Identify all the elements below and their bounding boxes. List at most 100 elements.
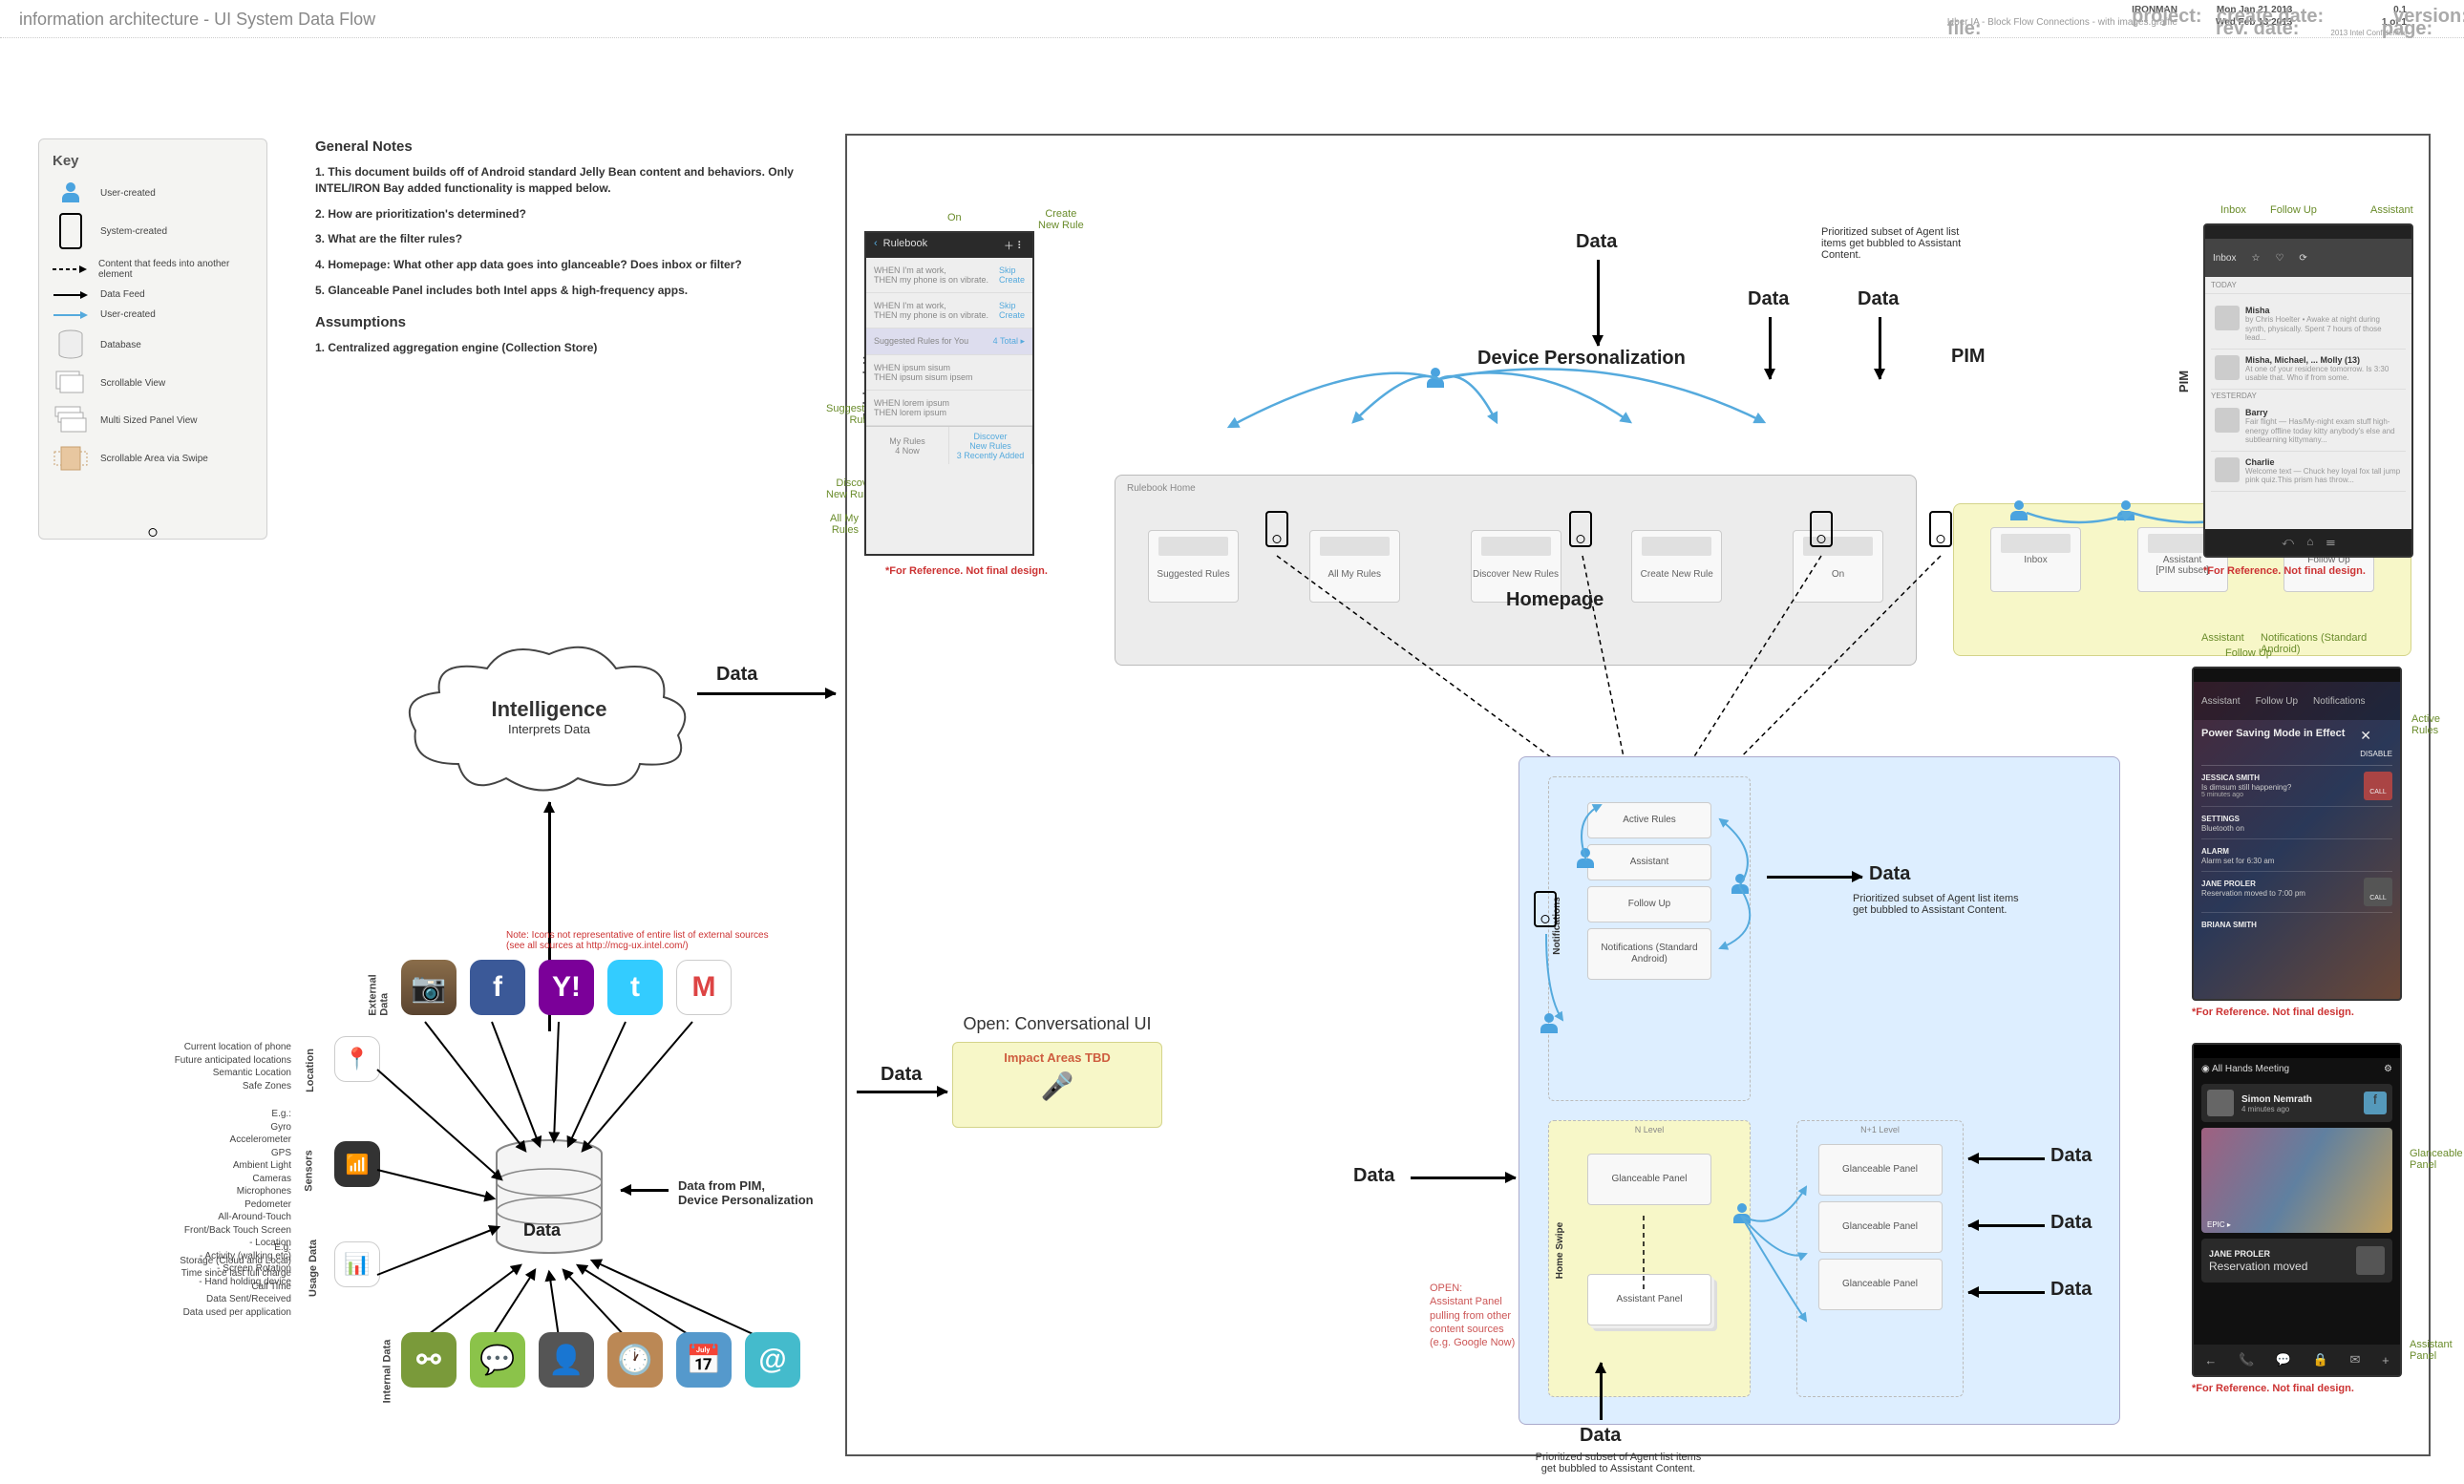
usage-cat: Usage Data <box>308 1240 319 1297</box>
notif-assist-green: Assistant <box>2201 632 2244 644</box>
pim-phone-mock: Inbox☆♡⟳ TODAY Mishaby Chris Hoelter • A… <box>2203 223 2413 558</box>
external-apps-row: 📷 f Y! t M <box>401 960 732 1015</box>
db-data-label: Data <box>523 1220 561 1240</box>
dp-device-left <box>1265 511 1288 547</box>
hp-assistant: Assistant <box>1587 844 1711 880</box>
notif-std-green: Notifications (Standard Android) <box>2261 632 2375 655</box>
conversational-ui: Open: Conversational UI Impact Areas TBD… <box>952 1014 1162 1128</box>
arrow-data-pim2 <box>1879 317 1881 379</box>
data-label-cloud: Data <box>716 664 757 686</box>
maps-icon: 📍 <box>334 1036 380 1082</box>
key-multi-panel: Multi Sized Panel View <box>53 406 253 435</box>
data-label-hp-g3: Data <box>2050 1279 2092 1301</box>
twitter-icon: t <box>607 960 663 1015</box>
internal-apps-row: ⚯ 💬 👤 🕐 📅 @ <box>401 1332 800 1388</box>
home-screen-phone-mock: ◉ All Hands Meeting⚙ Simon Nemrath4 minu… <box>2192 1043 2402 1377</box>
clock-icon: 🕐 <box>607 1332 663 1388</box>
key-database: Database <box>53 329 253 360</box>
data-label-hp-g1: Data <box>2050 1145 2092 1167</box>
hp-active-rules: Active Rules <box>1587 802 1711 838</box>
arrow-data-hp-bottom <box>1600 1363 1603 1420</box>
sensors-cat: Sensors <box>304 1150 315 1191</box>
key-title: Key <box>53 153 253 169</box>
data-label-conv: Data <box>881 1064 922 1086</box>
arrow-data-conv <box>857 1091 947 1093</box>
project-meta: project: IRONMAN file: Uber IA - Block F… <box>1947 4 2177 29</box>
pim-person1 <box>2008 500 2029 521</box>
hp-device <box>1534 891 1557 927</box>
dp-suggested-rules: Suggested Rules <box>1148 530 1239 603</box>
general-notes: General Notes 1. This document builds of… <box>315 138 812 366</box>
rulebook-ref-note: *For Reference. Not final design. <box>885 565 1048 577</box>
intelligence-cloud: IntelligenceInterprets Data <box>401 640 697 802</box>
internal-data-cat: Internal Data <box>381 1340 393 1404</box>
date-meta: create date: Mon Jan 21 2013 rev. date: … <box>2216 4 2292 29</box>
key-user-created-arrow: User-created <box>53 309 253 320</box>
arrow-data-hp-g2 <box>1968 1224 2045 1227</box>
create-rule-green-label: Create New Rule <box>1038 208 1084 231</box>
page-header: information architecture - UI System Dat… <box>0 0 2464 38</box>
pim-device-left <box>1810 511 1833 547</box>
arrow-data-hp-g3 <box>1968 1291 2045 1294</box>
key-panel: Key User-created System-created Content … <box>38 138 267 540</box>
home-assist-green: Assistant Panel <box>2410 1339 2453 1362</box>
facebook-icon: f <box>470 960 525 1015</box>
pim-mock-vert: PIM <box>2177 371 2191 392</box>
home-ref-note: *For Reference. Not final design. <box>2192 1383 2354 1394</box>
key-content-feed: Content that feeds into another element <box>53 259 253 280</box>
data-label-top: Data <box>1576 231 1617 253</box>
usage-icon: 📊 <box>334 1241 380 1287</box>
pim-ref-note: *For Reference. Not final design. <box>2203 565 2366 577</box>
key-data-feed: Data Feed <box>53 289 253 300</box>
hp-notif-android: Notifications (Standard Android) <box>1587 928 1711 980</box>
arrow-data-hp-assistant <box>1767 876 1862 879</box>
hp-glanceable-panel: Glanceable Panel <box>1587 1154 1711 1205</box>
dp-device-right <box>1569 511 1592 547</box>
external-sources-note: Note: Icons not representative of entire… <box>506 930 774 951</box>
arrow-data-hp-g1 <box>1968 1157 2045 1160</box>
open-assistant-note: OPEN: Assistant Panel pulling from other… <box>1430 1282 1520 1349</box>
hp-person4 <box>1731 1203 1752 1224</box>
data-label-hp-bottom: Data <box>1580 1425 1621 1447</box>
microphone-icon: 🎤 <box>953 1071 1161 1102</box>
pim-subset-mid: Prioritized subset of Agent list items g… <box>1853 893 2020 916</box>
all-my-rules-green-label: All My Rules <box>830 513 859 536</box>
hp-person2 <box>1730 874 1751 895</box>
hp-glance-1: Glanceable Panel <box>1818 1144 1943 1196</box>
data-label-hp-g2: Data <box>2050 1212 2092 1234</box>
pim-subset-bottom: Prioritized subset of Agent list items g… <box>1535 1452 1702 1474</box>
usage-list: E.g: Storage (Cloud and Local) Time sinc… <box>96 1241 291 1319</box>
data-from-pim-label: Data from PIM, Device Personalization <box>678 1178 814 1207</box>
hp-n-level: N Level Home Swipe Glanceable Panel Assi… <box>1548 1120 1751 1397</box>
dp-on: On <box>1793 530 1883 603</box>
hp-person1 <box>1575 848 1596 869</box>
arrow-data-devpers <box>1597 260 1600 346</box>
data-pim-2: Data <box>1858 288 1899 310</box>
hp-notifications-group: Notifications Active Rules Assistant Fol… <box>1548 776 1751 1101</box>
key-swipe-area: Scrollable Area via Swipe <box>53 444 253 473</box>
pim-followup-green: Follow Up <box>2270 204 2317 216</box>
voicemail-icon: ⚯ <box>401 1332 457 1388</box>
data-pim-1: Data <box>1748 288 1789 310</box>
pim-person2 <box>2115 500 2136 521</box>
doc-title: information architecture - UI System Dat… <box>19 4 1947 30</box>
notif-active-green: Active Rules <box>2411 713 2440 736</box>
hp-person3 <box>1539 1013 1560 1034</box>
gmail-icon: M <box>676 960 732 1015</box>
contacts-icon: 👤 <box>539 1332 594 1388</box>
pim-inbox: Inbox <box>1990 527 2081 592</box>
data-database <box>487 1136 611 1261</box>
pim-to-db-arrow <box>621 1189 669 1192</box>
homepage-region: Notifications Active Rules Assistant Fol… <box>1519 756 2120 1425</box>
key-scrollable: Scrollable View <box>53 370 253 396</box>
instagram-icon: 📷 <box>401 960 457 1015</box>
pim-device-right <box>1929 511 1952 547</box>
pim-inbox-green: Inbox <box>2220 204 2246 216</box>
rulebook-mockup: ‹Rulebook＋ ⠇ WHEN I'm at work, THEN my p… <box>864 231 1034 556</box>
dp-person <box>1425 368 1446 389</box>
location-list: Current location of phone Future anticip… <box>96 1041 291 1092</box>
arrow-data-hp-glance <box>1411 1177 1516 1179</box>
key-user-created: User-created <box>53 182 253 203</box>
home-glance-green: Glanceable Panel <box>2410 1148 2463 1171</box>
calendar-icon: 📅 <box>676 1332 732 1388</box>
